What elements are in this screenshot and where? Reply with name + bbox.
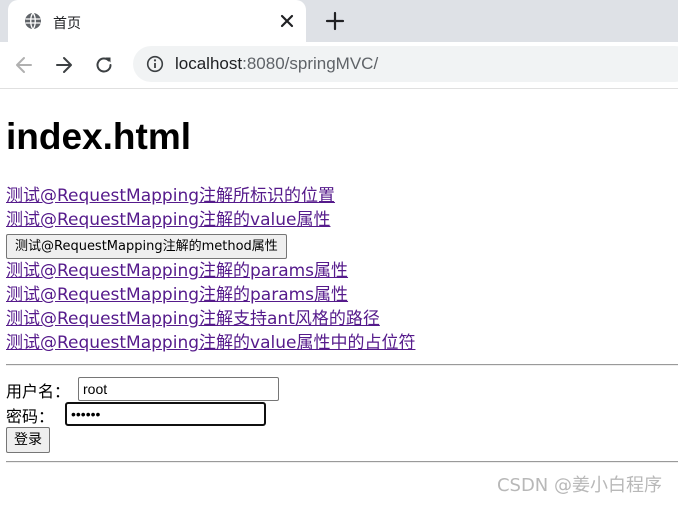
page-content: index.html 测试@RequestMapping注解所标识的位置 测试@… bbox=[0, 89, 678, 505]
link-request-mapping-placeholder[interactable]: 测试@RequestMapping注解的value属性中的占位符 bbox=[6, 332, 415, 354]
divider-bottom bbox=[6, 461, 678, 463]
link-request-mapping-params-2[interactable]: 测试@RequestMapping注解的params属性 bbox=[6, 284, 348, 306]
username-input[interactable] bbox=[78, 377, 279, 401]
page-title: index.html bbox=[6, 116, 192, 157]
link-request-mapping-location[interactable]: 测试@RequestMapping注解所标识的位置 bbox=[6, 185, 335, 207]
link-request-mapping-params-1[interactable]: 测试@RequestMapping注解的params属性 bbox=[6, 260, 348, 282]
url-path: :8080/springMVC/ bbox=[242, 54, 379, 73]
tab-title: 首页 bbox=[53, 16, 81, 32]
back-icon[interactable] bbox=[13, 54, 35, 76]
username-label: 用户名： bbox=[6, 382, 71, 401]
close-icon[interactable] bbox=[278, 12, 296, 30]
new-tab-icon[interactable] bbox=[325, 11, 345, 31]
password-input[interactable] bbox=[65, 402, 266, 426]
forward-icon[interactable] bbox=[53, 54, 75, 76]
divider-top bbox=[6, 364, 678, 366]
url-text[interactable]: localhost:8080/springMVC/ bbox=[175, 54, 378, 74]
password-label: 密码： bbox=[6, 407, 55, 426]
watermark: CSDN @姜小白程序 bbox=[496, 475, 662, 496]
link-request-mapping-value[interactable]: 测试@RequestMapping注解的value属性 bbox=[6, 209, 330, 231]
link-request-mapping-ant-path[interactable]: 测试@RequestMapping注解支持ant风格的路径 bbox=[6, 308, 380, 330]
method-test-button[interactable]: 测试@RequestMapping注解的method属性 bbox=[6, 234, 287, 259]
tab-strip: 首页 bbox=[0, 0, 678, 42]
browser-toolbar: localhost:8080/springMVC/ bbox=[0, 42, 678, 89]
url-host: localhost bbox=[175, 54, 243, 73]
browser-tab[interactable]: 首页 bbox=[8, 0, 306, 42]
reload-icon[interactable] bbox=[93, 54, 115, 76]
address-bar[interactable]: localhost:8080/springMVC/ bbox=[133, 46, 678, 82]
globe-icon bbox=[25, 12, 41, 30]
info-icon[interactable] bbox=[146, 55, 164, 73]
login-button[interactable]: 登录 bbox=[6, 427, 50, 453]
